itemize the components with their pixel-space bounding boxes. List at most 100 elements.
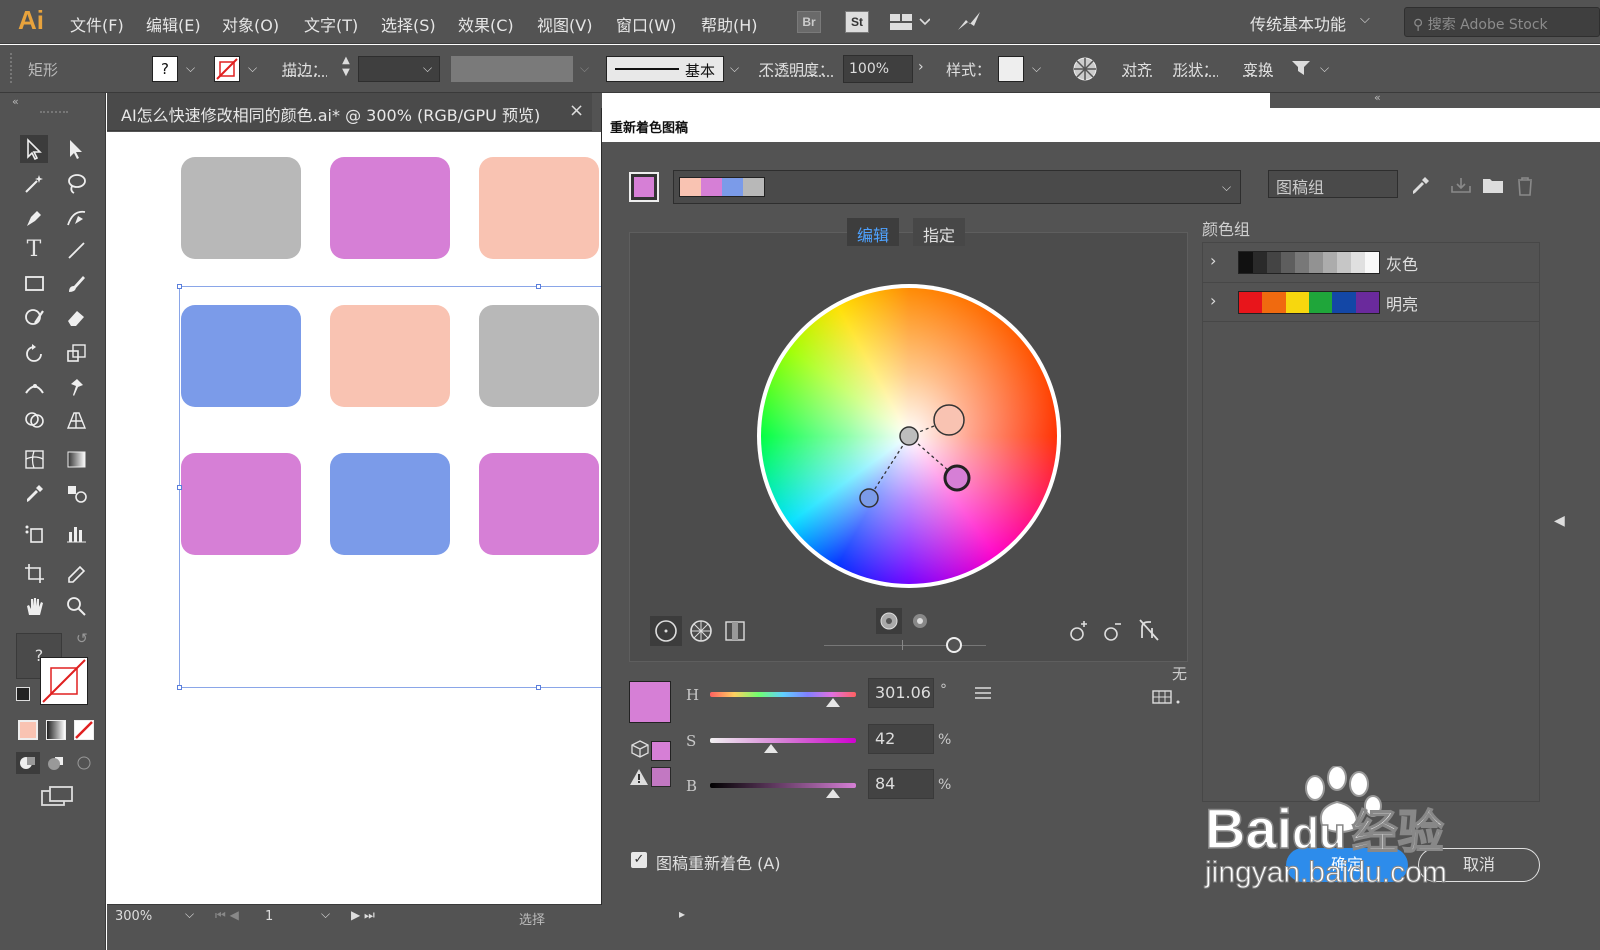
group-color-cell[interactable] (1351, 252, 1365, 273)
lasso-tool-icon[interactable] (62, 169, 90, 197)
strip-chevron-icon[interactable]: ⌵ (1222, 180, 1231, 195)
color-group-bright[interactable]: › 明亮 (1202, 282, 1540, 322)
menu-type[interactable]: 文字(T) (304, 12, 358, 36)
brightness-input[interactable]: 84 (868, 769, 934, 799)
eyedropper-icon[interactable] (1410, 174, 1432, 200)
paintbrush-tool-icon[interactable] (62, 269, 90, 297)
toggle-groups-panel-icon[interactable]: ◀ (1554, 513, 1565, 529)
tab-assign[interactable]: 指定 (913, 218, 966, 246)
brightness-hsb-slider-thumb[interactable] (825, 789, 840, 798)
menu-window[interactable]: 窗口(W) (616, 12, 676, 36)
web-safe-color-swatch[interactable] (651, 767, 671, 787)
gradient-mode-icon[interactable] (46, 720, 66, 740)
menu-effect[interactable]: 效果(C) (458, 12, 514, 36)
group-color-cell[interactable] (1323, 252, 1337, 273)
group-color-cell[interactable] (1337, 252, 1351, 273)
status-arrow-icon[interactable]: ▸ (679, 907, 685, 921)
panel-menu-chevron-icon[interactable]: ⌵ (1320, 61, 1329, 76)
stroke-color-box[interactable] (40, 657, 88, 705)
group-color-cell[interactable] (1332, 292, 1356, 313)
type-tool-icon[interactable]: T (20, 236, 48, 264)
strip-color-cell[interactable] (701, 178, 722, 196)
show-saturation-icon[interactable] (876, 608, 902, 634)
brush-chevron-icon[interactable]: ⌵ (730, 61, 739, 76)
cancel-button[interactable]: 取消 (1418, 848, 1540, 882)
expand-panels-icon[interactable]: « (1374, 91, 1381, 104)
hue-slider-thumb[interactable] (825, 698, 840, 707)
recolor-artwork-icon[interactable] (1072, 56, 1098, 86)
curvature-tool-icon[interactable] (62, 203, 90, 231)
new-group-folder-icon[interactable] (1482, 176, 1504, 198)
variable-width-profile[interactable] (451, 56, 573, 82)
link-harmony-colors-icon[interactable] (1138, 618, 1160, 646)
out-of-gamut-icon[interactable] (631, 740, 649, 762)
hand-tool-icon[interactable] (20, 592, 48, 620)
rounded-rect-swatch[interactable] (479, 157, 599, 259)
workspace-switcher[interactable]: 传统基本功能 (1250, 11, 1346, 35)
recolor-artwork-label[interactable]: 图稿重新着色 (A) (656, 850, 781, 874)
shape-builder-tool-icon[interactable] (20, 406, 48, 434)
arrange-documents-icon[interactable] (890, 13, 931, 35)
segmented-wheel-icon[interactable] (686, 616, 716, 646)
close-document-icon[interactable]: × (569, 100, 584, 121)
artboard-tool-icon[interactable] (20, 559, 48, 587)
group-color-cell[interactable] (1295, 252, 1309, 273)
gradient-tool-icon[interactable] (62, 445, 90, 473)
transform-link[interactable]: 变换 (1243, 59, 1273, 80)
tab-edit[interactable]: 编辑 (847, 218, 900, 246)
group-color-cell[interactable] (1267, 252, 1281, 273)
symbol-sprayer-tool-icon[interactable] (20, 519, 48, 547)
show-brightness-icon[interactable] (907, 608, 933, 634)
perspective-grid-tool-icon[interactable] (62, 406, 90, 434)
group-color-cell[interactable] (1308, 292, 1333, 313)
menu-edit[interactable]: 编辑(E) (146, 12, 201, 36)
group-color-cell[interactable] (1239, 292, 1263, 313)
group-color-cell[interactable] (1253, 252, 1267, 273)
grip-handle[interactable] (10, 53, 12, 83)
gpu-performance-icon[interactable] (956, 10, 982, 38)
line-segment-tool-icon[interactable] (62, 236, 90, 264)
artboard[interactable] (107, 132, 679, 904)
shape-link[interactable]: 形状： (1173, 59, 1218, 80)
brightness-hsb-slider[interactable] (710, 783, 856, 788)
expand-group-icon[interactable]: › (1210, 251, 1216, 270)
add-color-tool-icon[interactable] (1068, 620, 1090, 646)
color-group-strip[interactable]: ⌵ (673, 170, 1241, 204)
zoom-level[interactable]: 300% (115, 909, 152, 924)
expand-group-icon[interactable]: › (1210, 291, 1216, 310)
brightness-slider-thumb[interactable] (946, 637, 962, 653)
menu-object[interactable]: 对象(O) (222, 12, 279, 36)
save-group-icon[interactable] (1450, 176, 1472, 198)
delete-group-icon[interactable] (1516, 176, 1534, 200)
align-link[interactable]: 对齐 (1122, 59, 1152, 80)
zoom-chevron-icon[interactable]: ⌵ (185, 907, 194, 922)
menu-view[interactable]: 视图(V) (537, 12, 592, 36)
magic-wand-tool-icon[interactable] (20, 169, 48, 197)
scale-tool-icon[interactable] (62, 339, 90, 367)
web-safe-warning-icon[interactable] (629, 767, 649, 791)
stock-button[interactable]: St (845, 11, 869, 33)
collapse-panel-icon[interactable]: « (12, 95, 19, 108)
dialog-titlebar[interactable]: 重新着色图稿 (602, 108, 1600, 142)
remove-color-tool-icon[interactable] (1102, 620, 1124, 646)
document-tab-title[interactable]: AI怎么快速修改相同的颜色.ai* @ 300% (RGB/GPU 预览) (121, 102, 540, 126)
fill-chevron-icon[interactable]: ⌵ (186, 61, 195, 76)
stroke-swatch[interactable] (214, 56, 240, 82)
direct-selection-tool-icon[interactable] (62, 135, 90, 163)
fill-swatch[interactable]: ? (152, 56, 178, 82)
none-mode-icon[interactable] (74, 720, 94, 740)
swap-fill-stroke-icon[interactable]: ↺ (76, 631, 88, 647)
first-artboard-icon[interactable]: ⏮ ◀ (215, 908, 239, 923)
draw-normal-icon[interactable] (16, 752, 40, 774)
stroke-weight-label[interactable]: 描边： (282, 59, 327, 80)
draw-inside-icon[interactable] (72, 752, 96, 774)
group-color-cell[interactable] (1309, 252, 1323, 273)
zoom-tool-icon[interactable] (62, 592, 90, 620)
rounded-rect-swatch[interactable] (181, 157, 301, 259)
saturation-input[interactable]: 42 (868, 724, 934, 754)
bridge-button[interactable]: Br (797, 11, 821, 33)
hue-input[interactable]: 301.06 (868, 678, 934, 708)
opacity-arrow-icon[interactable]: › (918, 59, 924, 75)
selection-handle[interactable] (536, 685, 541, 690)
stroke-weight-input[interactable]: ⌵ (358, 56, 440, 82)
